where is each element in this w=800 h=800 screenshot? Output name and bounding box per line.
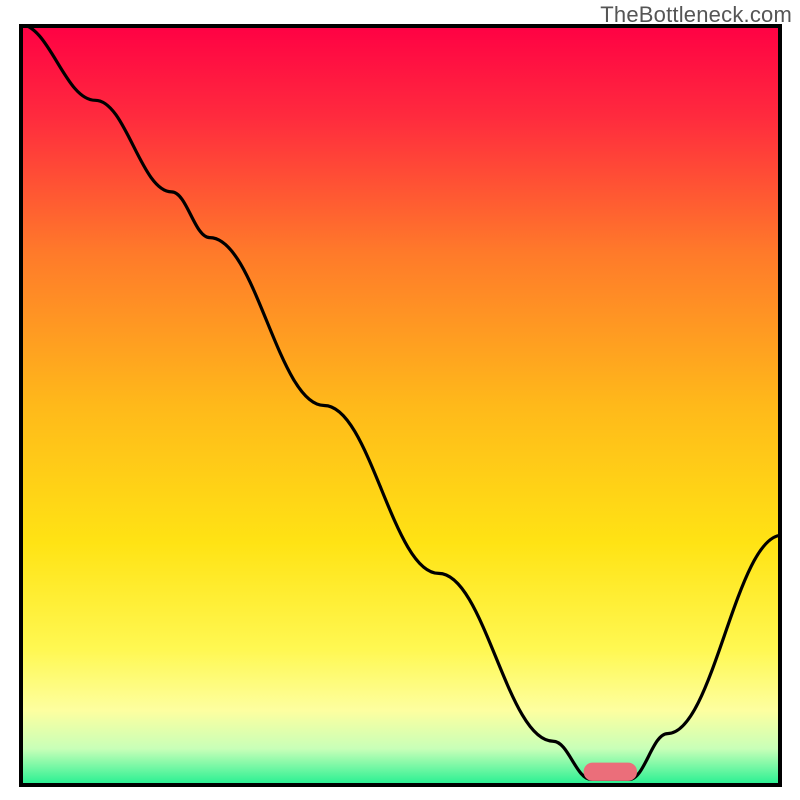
watermark-text: TheBottleneck.com: [600, 2, 792, 28]
optimal-marker: [19, 24, 782, 787]
chart-canvas: [19, 24, 782, 787]
